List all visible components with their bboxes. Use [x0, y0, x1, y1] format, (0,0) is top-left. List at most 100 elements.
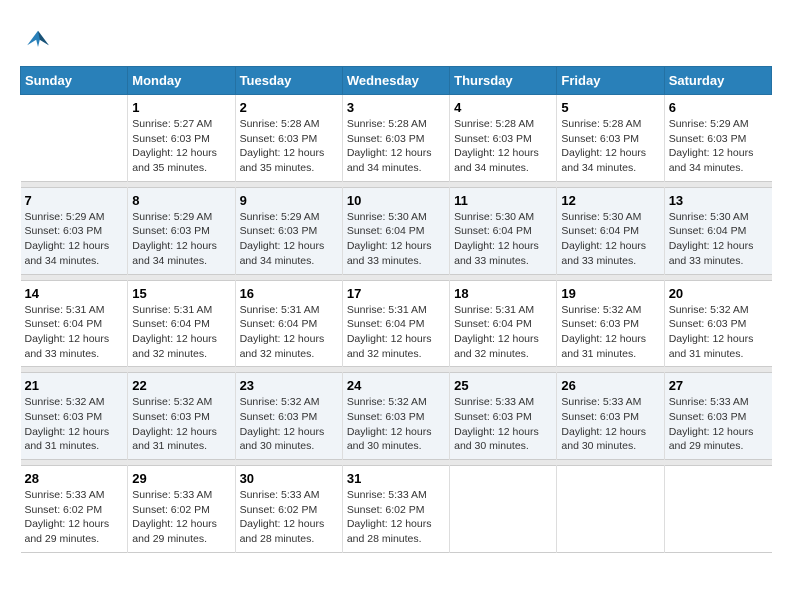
day-info: Sunrise: 5:30 AMSunset: 6:04 PMDaylight:… [347, 210, 445, 269]
day-info: Sunrise: 5:33 AMSunset: 6:02 PMDaylight:… [132, 488, 230, 547]
day-info: Sunrise: 5:28 AMSunset: 6:03 PMDaylight:… [561, 117, 659, 176]
day-info: Sunrise: 5:33 AMSunset: 6:02 PMDaylight:… [240, 488, 338, 547]
day-number: 31 [347, 471, 445, 486]
calendar-cell: 18 Sunrise: 5:31 AMSunset: 6:04 PMDayligh… [450, 280, 557, 367]
day-number: 26 [561, 378, 659, 393]
calendar-cell: 6 Sunrise: 5:29 AMSunset: 6:03 PMDaylight… [664, 95, 771, 182]
day-info: Sunrise: 5:33 AMSunset: 6:02 PMDaylight:… [25, 488, 124, 547]
calendar-week-1: 1 Sunrise: 5:27 AMSunset: 6:03 PMDaylight… [21, 95, 772, 182]
calendar-cell [450, 466, 557, 553]
day-number: 12 [561, 193, 659, 208]
day-info: Sunrise: 5:32 AMSunset: 6:03 PMDaylight:… [669, 303, 768, 362]
header-day-thursday: Thursday [450, 67, 557, 95]
day-info: Sunrise: 5:32 AMSunset: 6:03 PMDaylight:… [347, 395, 445, 454]
calendar-week-2: 7 Sunrise: 5:29 AMSunset: 6:03 PMDaylight… [21, 187, 772, 274]
day-number: 2 [240, 100, 338, 115]
calendar-cell: 23Sunrise: 5:32 AMSunset: 6:03 PMDayligh… [235, 373, 342, 460]
page-container: SundayMondayTuesdayWednesdayThursdayFrid… [20, 20, 772, 553]
day-number: 24 [347, 378, 445, 393]
day-info: Sunrise: 5:29 AMSunset: 6:03 PMDaylight:… [240, 210, 338, 269]
calendar-cell: 10 Sunrise: 5:30 AMSunset: 6:04 PMDayligh… [342, 187, 449, 274]
calendar-cell [21, 95, 128, 182]
day-info: Sunrise: 5:28 AMSunset: 6:03 PMDaylight:… [347, 117, 445, 176]
day-number: 19 [561, 286, 659, 301]
day-info: Sunrise: 5:29 AMSunset: 6:03 PMDaylight:… [132, 210, 230, 269]
calendar-week-3: 14Sunrise: 5:31 AMSunset: 6:04 PMDayligh… [21, 280, 772, 367]
logo-icon [20, 20, 56, 56]
calendar-cell: 16 Sunrise: 5:31 AMSunset: 6:04 PMDayligh… [235, 280, 342, 367]
day-info: Sunrise: 5:33 AMSunset: 6:02 PMDaylight:… [347, 488, 445, 547]
day-info: Sunrise: 5:27 AMSunset: 6:03 PMDaylight:… [132, 117, 230, 176]
day-number: 29 [132, 471, 230, 486]
day-info: Sunrise: 5:31 AMSunset: 6:04 PMDaylight:… [25, 303, 124, 362]
day-number: 17 [347, 286, 445, 301]
calendar-cell: 14Sunrise: 5:31 AMSunset: 6:04 PMDayligh… [21, 280, 128, 367]
day-info: Sunrise: 5:31 AMSunset: 6:04 PMDaylight:… [240, 303, 338, 362]
header [20, 20, 772, 56]
calendar-week-5: 28Sunrise: 5:33 AMSunset: 6:02 PMDayligh… [21, 466, 772, 553]
day-info: Sunrise: 5:32 AMSunset: 6:03 PMDaylight:… [25, 395, 124, 454]
calendar-week-4: 21 Sunrise: 5:32 AMSunset: 6:03 PMDayligh… [21, 373, 772, 460]
day-number: 11 [454, 193, 552, 208]
calendar-cell: 15 Sunrise: 5:31 AMSunset: 6:04 PMDayligh… [128, 280, 235, 367]
calendar-cell: 8 Sunrise: 5:29 AMSunset: 6:03 PMDaylight… [128, 187, 235, 274]
day-number: 9 [240, 193, 338, 208]
logo [20, 20, 60, 56]
calendar-cell: 17Sunrise: 5:31 AMSunset: 6:04 PMDayligh… [342, 280, 449, 367]
calendar-cell: 11 Sunrise: 5:30 AMSunset: 6:04 PMDayligh… [450, 187, 557, 274]
calendar-cell: 25Sunrise: 5:33 AMSunset: 6:03 PMDayligh… [450, 373, 557, 460]
day-number: 16 [240, 286, 338, 301]
day-info: Sunrise: 5:30 AMSunset: 6:04 PMDaylight:… [454, 210, 552, 269]
calendar-cell: 1 Sunrise: 5:27 AMSunset: 6:03 PMDaylight… [128, 95, 235, 182]
day-number: 15 [132, 286, 230, 301]
calendar-cell: 19Sunrise: 5:32 AMSunset: 6:03 PMDayligh… [557, 280, 664, 367]
header-day-tuesday: Tuesday [235, 67, 342, 95]
day-number: 7 [25, 193, 124, 208]
calendar-cell: 4 Sunrise: 5:28 AMSunset: 6:03 PMDaylight… [450, 95, 557, 182]
day-info: Sunrise: 5:32 AMSunset: 6:03 PMDaylight:… [240, 395, 338, 454]
calendar-cell [557, 466, 664, 553]
day-info: Sunrise: 5:30 AMSunset: 6:04 PMDaylight:… [561, 210, 659, 269]
day-number: 8 [132, 193, 230, 208]
day-info: Sunrise: 5:31 AMSunset: 6:04 PMDaylight:… [132, 303, 230, 362]
day-number: 22 [132, 378, 230, 393]
calendar-cell: 24 Sunrise: 5:32 AMSunset: 6:03 PMDayligh… [342, 373, 449, 460]
calendar-cell: 30Sunrise: 5:33 AMSunset: 6:02 PMDayligh… [235, 466, 342, 553]
day-number: 3 [347, 100, 445, 115]
day-info: Sunrise: 5:32 AMSunset: 6:03 PMDaylight:… [132, 395, 230, 454]
calendar-cell: 20 Sunrise: 5:32 AMSunset: 6:03 PMDayligh… [664, 280, 771, 367]
calendar-cell: 12 Sunrise: 5:30 AMSunset: 6:04 PMDayligh… [557, 187, 664, 274]
day-info: Sunrise: 5:29 AMSunset: 6:03 PMDaylight:… [669, 117, 768, 176]
day-info: Sunrise: 5:28 AMSunset: 6:03 PMDaylight:… [454, 117, 552, 176]
day-number: 25 [454, 378, 552, 393]
calendar-cell: 29 Sunrise: 5:33 AMSunset: 6:02 PMDayligh… [128, 466, 235, 553]
header-day-wednesday: Wednesday [342, 67, 449, 95]
calendar-cell: 2Sunrise: 5:28 AMSunset: 6:03 PMDaylight… [235, 95, 342, 182]
calendar-cell: 31 Sunrise: 5:33 AMSunset: 6:02 PMDayligh… [342, 466, 449, 553]
day-info: Sunrise: 5:29 AMSunset: 6:03 PMDaylight:… [25, 210, 124, 269]
calendar-cell: 22 Sunrise: 5:32 AMSunset: 6:03 PMDayligh… [128, 373, 235, 460]
header-day-monday: Monday [128, 67, 235, 95]
calendar-header-row: SundayMondayTuesdayWednesdayThursdayFrid… [21, 67, 772, 95]
calendar-cell: 5Sunrise: 5:28 AMSunset: 6:03 PMDaylight… [557, 95, 664, 182]
calendar-cell: 13Sunrise: 5:30 AMSunset: 6:04 PMDayligh… [664, 187, 771, 274]
day-number: 20 [669, 286, 768, 301]
calendar-cell: 27 Sunrise: 5:33 AMSunset: 6:03 PMDayligh… [664, 373, 771, 460]
day-number: 1 [132, 100, 230, 115]
header-day-sunday: Sunday [21, 67, 128, 95]
calendar-cell: 21 Sunrise: 5:32 AMSunset: 6:03 PMDayligh… [21, 373, 128, 460]
day-number: 10 [347, 193, 445, 208]
day-number: 4 [454, 100, 552, 115]
header-day-saturday: Saturday [664, 67, 771, 95]
day-number: 6 [669, 100, 768, 115]
day-info: Sunrise: 5:31 AMSunset: 6:04 PMDaylight:… [454, 303, 552, 362]
day-number: 21 [25, 378, 124, 393]
calendar-cell [664, 466, 771, 553]
calendar-cell: 26Sunrise: 5:33 AMSunset: 6:03 PMDayligh… [557, 373, 664, 460]
day-number: 18 [454, 286, 552, 301]
calendar-cell: 28Sunrise: 5:33 AMSunset: 6:02 PMDayligh… [21, 466, 128, 553]
calendar-table: SundayMondayTuesdayWednesdayThursdayFrid… [20, 66, 772, 553]
day-info: Sunrise: 5:33 AMSunset: 6:03 PMDaylight:… [669, 395, 768, 454]
day-number: 13 [669, 193, 768, 208]
day-number: 27 [669, 378, 768, 393]
